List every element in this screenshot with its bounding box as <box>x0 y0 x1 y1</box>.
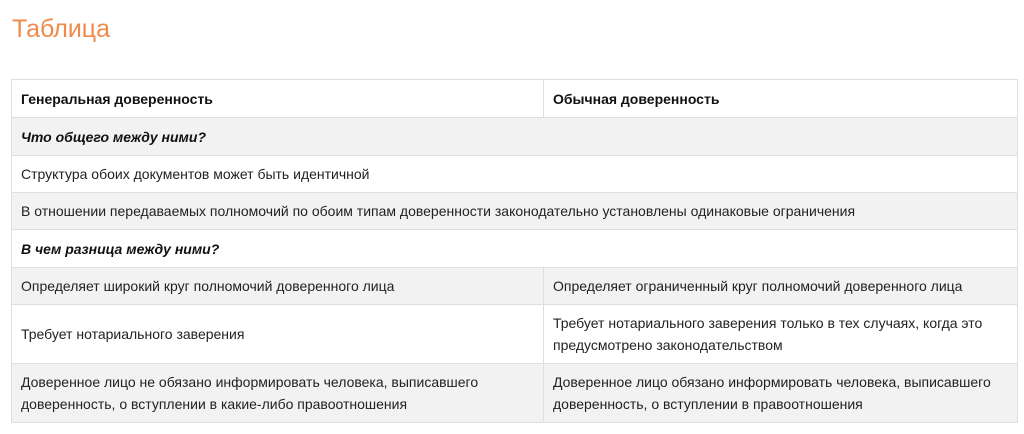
section-heading-common: Что общего между ними? <box>11 117 1018 156</box>
common-cell: В отношении передаваемых полномочий по о… <box>11 192 1018 230</box>
general-cell: Требует нотариального заверения <box>11 304 544 364</box>
ordinary-cell: Определяет ограниченный круг полномочий … <box>543 267 1018 305</box>
column-header-general: Генеральная доверенность <box>11 79 544 118</box>
ordinary-cell: Доверенное лицо обязано информировать че… <box>543 363 1018 423</box>
table-header-row: Генеральная доверенность Обычная доверен… <box>11 79 1018 118</box>
table-row: В отношении передаваемых полномочий по о… <box>11 192 1018 230</box>
column-header-ordinary: Обычная доверенность <box>543 79 1018 118</box>
table-row: Структура обоих документов может быть ид… <box>11 155 1018 193</box>
common-cell: Структура обоих документов может быть ид… <box>11 155 1018 193</box>
table-row: Доверенное лицо не обязано информировать… <box>11 363 1018 423</box>
general-cell: Доверенное лицо не обязано информировать… <box>11 363 544 423</box>
section-row-difference: В чем разница между ними? <box>11 229 1018 268</box>
ordinary-cell: Требует нотариального заверения только в… <box>543 304 1018 364</box>
general-cell: Определяет широкий круг полномочий довер… <box>11 267 544 305</box>
section-heading-difference: В чем разница между ними? <box>11 229 1018 268</box>
table-row: Требует нотариального заверения Требует … <box>11 304 1018 364</box>
page-title: Таблица <box>12 15 111 43</box>
table-row: Определяет широкий круг полномочий довер… <box>11 267 1018 305</box>
section-row-common: Что общего между ними? <box>11 117 1018 156</box>
comparison-table: Генеральная доверенность Обычная доверен… <box>11 79 1018 423</box>
